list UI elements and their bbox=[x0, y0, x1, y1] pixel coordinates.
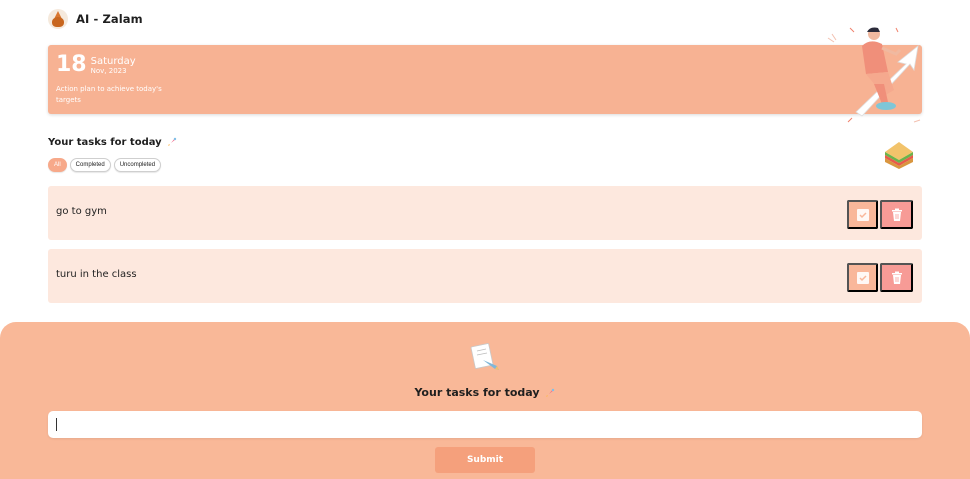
complete-task-button[interactable] bbox=[847, 263, 878, 292]
rocket-icon bbox=[545, 388, 554, 397]
sandwich-icon bbox=[885, 142, 913, 169]
complete-task-button[interactable] bbox=[847, 200, 878, 229]
add-task-title-text: Your tasks for today bbox=[414, 386, 540, 399]
task-item: go to gym bbox=[48, 186, 922, 240]
app-name: AI - Zalam bbox=[76, 12, 143, 26]
delete-task-button[interactable] bbox=[880, 200, 913, 229]
task-filters: All Completed Uncompleted bbox=[48, 158, 162, 172]
task-text: go to gym bbox=[56, 206, 107, 217]
tasks-title-text: Your tasks for today bbox=[48, 136, 162, 148]
task-text: turu in the class bbox=[56, 269, 137, 280]
tasks-section-title: Your tasks for today bbox=[48, 136, 178, 148]
delete-task-button[interactable] bbox=[880, 263, 913, 292]
memo-pencil-icon bbox=[470, 343, 499, 370]
filter-completed[interactable]: Completed bbox=[69, 158, 111, 172]
app-header: AI - Zalam bbox=[48, 8, 143, 30]
month-year: Nov, 2023 bbox=[90, 66, 127, 75]
submit-button[interactable]: Submit bbox=[435, 447, 535, 473]
fox-avatar-icon bbox=[48, 9, 68, 29]
filter-all[interactable]: All bbox=[48, 158, 67, 172]
trash-icon bbox=[891, 208, 902, 221]
task-item: turu in the class bbox=[48, 249, 922, 303]
rocket-icon bbox=[167, 137, 176, 146]
check-icon bbox=[856, 208, 869, 221]
task-input[interactable] bbox=[48, 411, 922, 438]
check-icon bbox=[856, 271, 869, 284]
date-display: 18 Saturday Nov, 2023 bbox=[56, 54, 136, 76]
person-rocket-illustration bbox=[827, 27, 921, 123]
filter-uncompleted[interactable]: Uncompleted bbox=[113, 158, 162, 172]
weekday: Saturday bbox=[90, 55, 136, 67]
banner-tagline: Action plan to achieve today's targets bbox=[56, 85, 162, 104]
day-number: 18 bbox=[56, 52, 87, 77]
trash-icon bbox=[891, 271, 902, 284]
add-task-title: Your tasks for today bbox=[0, 386, 970, 399]
text-caret bbox=[56, 418, 57, 431]
date-banner: 18 Saturday Nov, 2023 Action plan to ach… bbox=[48, 45, 922, 114]
